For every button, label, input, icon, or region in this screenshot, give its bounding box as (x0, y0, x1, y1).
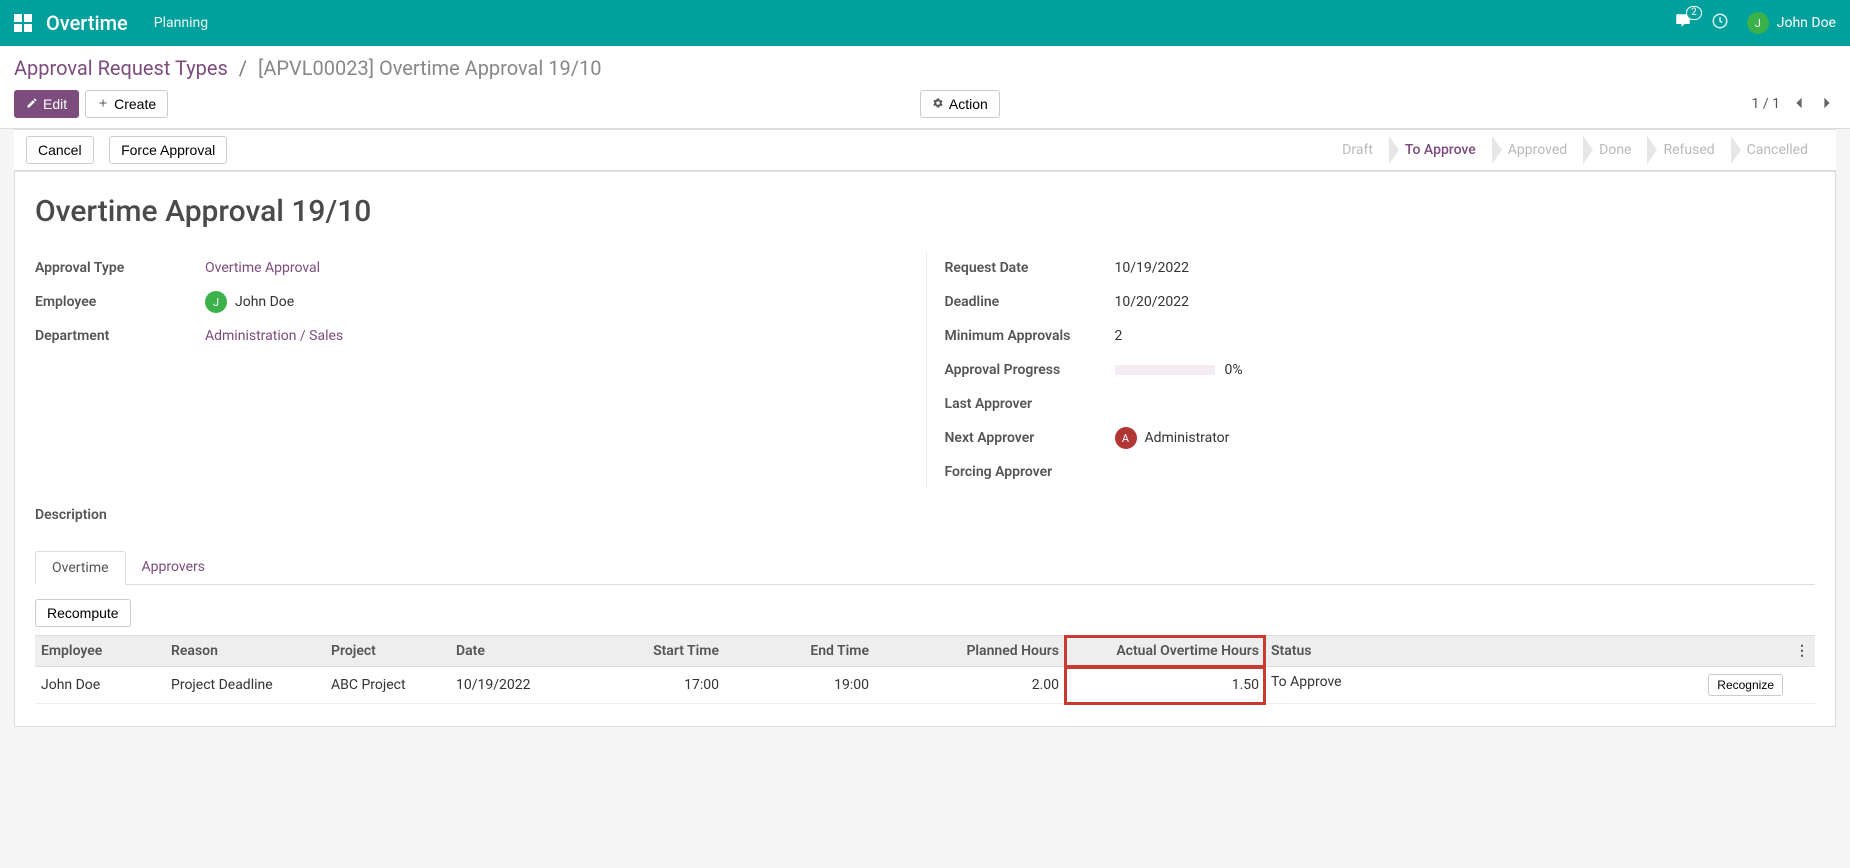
force-approval-button[interactable]: Force Approval (109, 136, 227, 164)
user-avatar: J (1747, 12, 1769, 34)
tab-overtime[interactable]: Overtime (35, 551, 126, 585)
label-department: Department (35, 328, 205, 344)
cell-status: To Approve Recognize (1265, 667, 1789, 704)
col-planned-hours[interactable]: Planned Hours (875, 636, 1065, 667)
app-name: Overtime (46, 11, 128, 35)
cell-employee: John Doe (35, 667, 165, 704)
status-step-approved[interactable]: Approved (1492, 136, 1583, 164)
col-reason[interactable]: Reason (165, 636, 325, 667)
user-menu[interactable]: J John Doe (1747, 12, 1836, 34)
gear-icon (932, 96, 944, 112)
label-request-date: Request Date (945, 260, 1115, 276)
label-deadline: Deadline (945, 294, 1115, 310)
status-step-to-approve[interactable]: To Approve (1389, 136, 1492, 164)
recognize-button[interactable]: Recognize (1708, 674, 1783, 696)
breadcrumb: Approval Request Types / [APVL00023] Ove… (14, 56, 601, 80)
col-project[interactable]: Project (325, 636, 450, 667)
page-title: Overtime Approval 19/10 (35, 194, 1815, 229)
cell-date: 10/19/2022 (450, 667, 585, 704)
value-employee: J John Doe (205, 291, 906, 313)
col-date[interactable]: Date (450, 636, 585, 667)
pager-next[interactable] (1818, 92, 1836, 117)
value-min-approvals: 2 (1115, 328, 1816, 344)
cell-end-time: 19:00 (725, 667, 875, 704)
value-approval-progress: 0% (1115, 362, 1816, 378)
cell-start-time: 17:00 (585, 667, 725, 704)
plus-icon (97, 96, 109, 112)
next-approver-avatar: A (1115, 427, 1137, 449)
cell-actual-hours: 1.50 (1065, 667, 1265, 704)
user-name: John Doe (1777, 15, 1836, 31)
value-approval-type[interactable]: Overtime Approval (205, 260, 906, 276)
cancel-button[interactable]: Cancel (26, 136, 94, 164)
breadcrumb-current: [APVL00023] Overtime Approval 19/10 (258, 56, 601, 80)
label-approval-progress: Approval Progress (945, 362, 1115, 378)
status-step-refused[interactable]: Refused (1647, 136, 1730, 164)
value-request-date: 10/19/2022 (1115, 260, 1816, 276)
label-last-approver: Last Approver (945, 396, 1115, 412)
value-department[interactable]: Administration / Sales (205, 328, 906, 344)
employee-avatar: J (205, 291, 227, 313)
status-step-draft[interactable]: Draft (1326, 136, 1389, 164)
cell-reason: Project Deadline (165, 667, 325, 704)
cell-project: ABC Project (325, 667, 450, 704)
col-end-time[interactable]: End Time (725, 636, 875, 667)
col-employee[interactable]: Employee (35, 636, 165, 667)
apps-icon[interactable] (14, 14, 32, 32)
tab-approvers[interactable]: Approvers (126, 551, 221, 584)
create-button[interactable]: Create (85, 90, 168, 118)
col-status[interactable]: Status (1265, 636, 1789, 667)
label-min-approvals: Minimum Approvals (945, 328, 1115, 344)
messaging-icon[interactable]: 2 (1673, 12, 1693, 34)
breadcrumb-root[interactable]: Approval Request Types (14, 56, 228, 80)
label-forcing-approver: Forcing Approver (945, 464, 1115, 480)
pager-prev[interactable] (1790, 92, 1808, 117)
table-row[interactable]: John Doe Project Deadline ABC Project 10… (35, 667, 1815, 704)
col-options[interactable]: ⋮ (1789, 636, 1815, 667)
label-approval-type: Approval Type (35, 260, 205, 276)
activity-icon[interactable] (1711, 12, 1729, 34)
action-button[interactable]: Action (920, 90, 1000, 118)
cell-planned-hours: 2.00 (875, 667, 1065, 704)
label-next-approver: Next Approver (945, 430, 1115, 446)
edit-button[interactable]: Edit (14, 90, 79, 118)
recompute-button[interactable]: Recompute (35, 599, 131, 627)
status-step-done[interactable]: Done (1583, 136, 1647, 164)
col-start-time[interactable]: Start Time (585, 636, 725, 667)
messaging-badge: 2 (1686, 6, 1702, 20)
label-employee: Employee (35, 294, 205, 310)
status-step-cancelled[interactable]: Cancelled (1731, 136, 1824, 164)
col-actual-hours[interactable]: Actual Overtime Hours (1065, 636, 1265, 667)
pencil-icon (26, 96, 38, 112)
value-deadline: 10/20/2022 (1115, 294, 1816, 310)
label-description: Description (35, 507, 1815, 523)
status-steps: DraftTo ApproveApprovedDoneRefusedCancel… (1326, 136, 1824, 164)
value-next-approver: A Administrator (1115, 427, 1816, 449)
menu-planning[interactable]: Planning (154, 15, 208, 31)
pager: 1 / 1 (1752, 96, 1780, 112)
